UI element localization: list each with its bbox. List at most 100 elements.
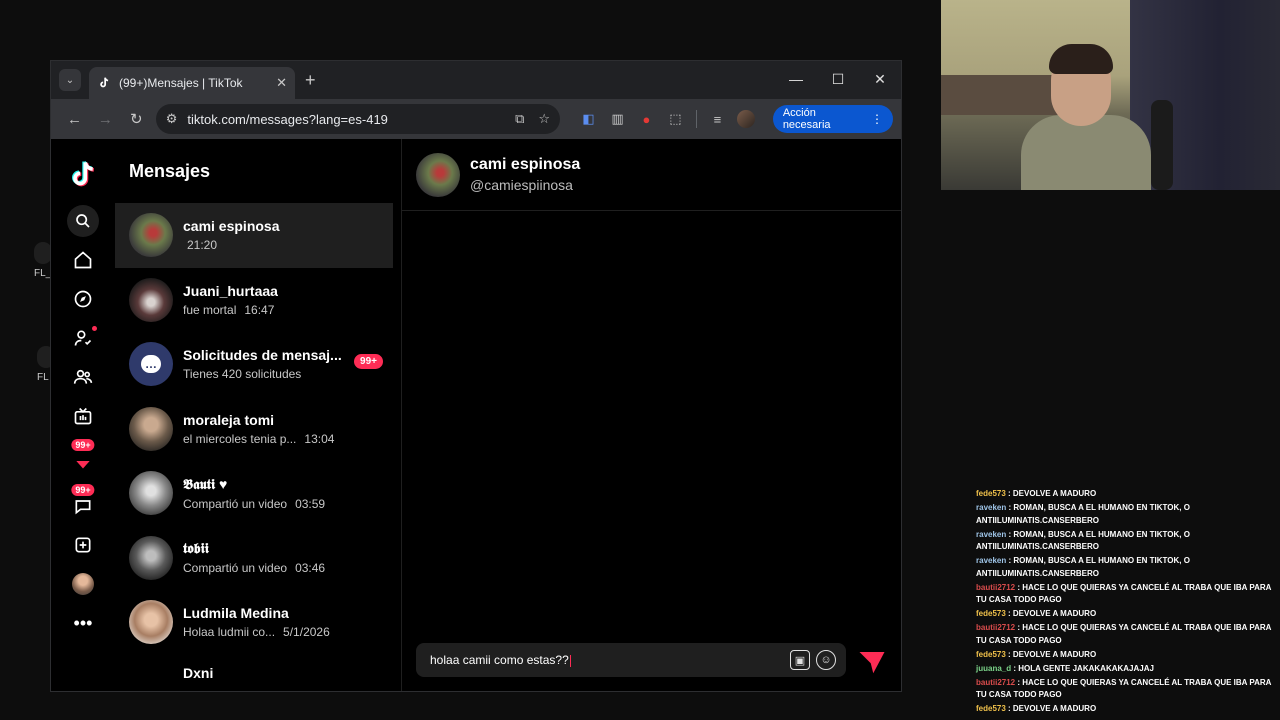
stream-chat-separator: : bbox=[1005, 649, 1013, 659]
avatar bbox=[129, 406, 173, 451]
stream-chat-username: bautii2712 bbox=[976, 677, 1016, 687]
translate-extension-icon[interactable]: ◧ bbox=[574, 104, 603, 134]
friends-icon[interactable] bbox=[67, 361, 99, 393]
browser-tab[interactable]: (99+)Mensajes | TikTok ✕ bbox=[89, 67, 295, 99]
stream-chat-username: fede573 bbox=[976, 704, 1006, 713]
conversation-item[interactable]: Ludmila Medina Holaa ludmii co... 5/1/202… bbox=[115, 590, 401, 655]
reload-icon[interactable]: ↻ bbox=[121, 103, 152, 135]
messages-heading: Mensajes bbox=[129, 160, 211, 181]
send-icon[interactable] bbox=[857, 647, 887, 677]
stream-chat-username: raveken bbox=[976, 556, 1007, 565]
action-needed-button[interactable]: Acción necesaria ⋮ bbox=[772, 105, 894, 133]
chat-panel: cami espinosa @camiespiinosa holaa camii… bbox=[402, 139, 901, 691]
home-icon[interactable] bbox=[67, 244, 99, 276]
stream-chat-message: fede573 : DEVOLVE A MADURO bbox=[976, 703, 1276, 716]
conversation-item[interactable]: Dxni bbox=[115, 655, 401, 692]
notification-dot bbox=[92, 326, 97, 331]
avatar bbox=[129, 600, 173, 645]
back-icon[interactable]: ← bbox=[59, 103, 90, 135]
webcam-background-shelf bbox=[941, 75, 1061, 115]
stream-chat-username: raveken bbox=[976, 503, 1007, 512]
extension-icon[interactable]: ▥ bbox=[603, 104, 632, 134]
stream-chat-message: raveken : ROMAN, BUSCA A EL HUMANO EN TI… bbox=[976, 502, 1276, 527]
requests-badge: 99+ bbox=[354, 354, 383, 369]
conversation-preview: el miercoles tenia p... bbox=[183, 431, 297, 446]
toolbar-separator bbox=[695, 110, 697, 128]
stream-chat-message: fede573 : DEVOLVE A MADURO bbox=[976, 488, 1276, 501]
chat-header[interactable]: cami espinosa @camiespiinosa bbox=[402, 139, 901, 211]
conversation-item[interactable]: 𝕭𝖆𝖚𝖙𝖎 ♥ Compartió un video 03:59 bbox=[115, 461, 401, 526]
following-icon[interactable] bbox=[67, 322, 99, 354]
tab-title: (99+)Mensajes | TikTok bbox=[119, 76, 243, 90]
tiktok-logo-icon[interactable] bbox=[69, 159, 97, 191]
stream-chat-text: DEVOLVE A MADURO bbox=[1012, 609, 1097, 618]
desktop-icon-label: FL bbox=[37, 372, 49, 383]
image-upload-icon[interactable]: ▣ bbox=[790, 650, 810, 670]
reading-list-icon[interactable]: ≡ bbox=[703, 104, 732, 134]
browser-window: ⌄ (99+)Mensajes | TikTok ✕ + — ☐ ✕ ← → ↻… bbox=[50, 60, 902, 692]
message-requests-icon: … bbox=[129, 342, 173, 387]
stream-chat-username: fede573 bbox=[976, 609, 1006, 618]
extensions-puzzle-icon[interactable]: ⬚ bbox=[661, 104, 690, 134]
url-text: tiktok.com/messages?lang=es-419 bbox=[187, 111, 388, 127]
avatar bbox=[129, 535, 173, 580]
stream-chat-separator: : bbox=[1005, 609, 1013, 618]
more-dots-icon[interactable]: ••• bbox=[67, 607, 99, 639]
tab-search-button[interactable]: ⌄ bbox=[59, 69, 81, 91]
stream-chat-overlay: fede573 : DEVOLVE A MADURO raveken : ROMA… bbox=[976, 488, 1276, 717]
message-requests-item[interactable]: … Solicitudes de mensaj... Tienes 420 so… bbox=[115, 332, 401, 397]
bookmark-star-icon[interactable]: ☆ bbox=[538, 111, 550, 127]
conversation-list: Mensajes cami espinosa 21:20 Juani_hurta… bbox=[115, 139, 401, 691]
message-input[interactable]: holaa camii como estas?? ▣ ☺ bbox=[416, 643, 846, 677]
adblock-extension-icon[interactable]: ● bbox=[632, 104, 661, 134]
upload-icon[interactable] bbox=[67, 529, 99, 561]
stream-chat-username: bautii2712 bbox=[976, 623, 1016, 632]
site-info-icon[interactable]: ⚙ bbox=[166, 111, 178, 127]
activity-icon[interactable]: 99+ bbox=[67, 439, 99, 477]
install-app-icon[interactable]: ⧉ bbox=[515, 111, 524, 127]
stream-chat-text: DEVOLVE A MADURO bbox=[1012, 649, 1097, 659]
explore-compass-icon[interactable] bbox=[67, 283, 99, 315]
stream-chat-username: fede573 bbox=[976, 489, 1006, 498]
conversation-preview: Tienes 420 solicitudes bbox=[183, 367, 302, 382]
search-icon[interactable] bbox=[67, 205, 99, 237]
conversation-preview: Compartió un video bbox=[183, 496, 288, 511]
messages-icon[interactable]: 99+ bbox=[67, 484, 99, 522]
stream-chat-text: DEVOLVE A MADURO bbox=[1012, 489, 1097, 498]
stream-chat-text: DEVOLVE A MADURO bbox=[1012, 704, 1097, 713]
streamer-hair bbox=[1049, 44, 1113, 74]
streamer-body bbox=[1021, 115, 1151, 190]
action-needed-label: Acción necesaria bbox=[782, 107, 831, 131]
stream-chat-message: bautii2712 : HACE LO QUE QUIERAS YA CANC… bbox=[976, 582, 1276, 607]
conversation-time: 16:47 bbox=[244, 302, 275, 317]
profile-avatar-icon[interactable] bbox=[67, 568, 99, 600]
stream-chat-message: juuana_d : HOLA GENTE JAKAKAKAKAJAJAJ bbox=[976, 663, 1276, 676]
conversation-item[interactable]: cami espinosa 21:20 bbox=[115, 203, 393, 268]
conversation-name: Juani_hurtaaa bbox=[183, 282, 278, 299]
text-caret bbox=[569, 654, 571, 667]
stream-chat-username: fede573 bbox=[976, 649, 1006, 659]
conversation-time: 21:20 bbox=[187, 238, 218, 253]
live-tv-icon[interactable] bbox=[67, 400, 99, 432]
conversation-name: Dxni bbox=[183, 664, 214, 681]
chat-contact-name: cami espinosa bbox=[470, 156, 581, 173]
close-tab-icon[interactable]: ✕ bbox=[276, 75, 287, 91]
profile-avatar[interactable] bbox=[732, 104, 761, 134]
address-bar[interactable]: ⚙ tiktok.com/messages?lang=es-419 ⧉ ☆ bbox=[155, 104, 561, 134]
minimize-icon[interactable]: — bbox=[775, 61, 817, 97]
conversation-item[interactable]: moraleja tomi el miercoles tenia p... 13:… bbox=[115, 397, 401, 462]
emoji-icon[interactable]: ☺ bbox=[816, 650, 836, 670]
forward-icon[interactable]: → bbox=[90, 103, 121, 135]
conversation-item[interactable]: Juani_hurtaaa fue mortal 16:47 bbox=[115, 268, 401, 333]
more-menu-icon[interactable]: ⋮ bbox=[871, 112, 883, 126]
conversation-item[interactable]: 𝖙𝖔𝖇𝖎𝖎 Compartió un video 03:46 bbox=[115, 526, 401, 591]
stream-chat-message: fede573 : DEVOLVE A MADURO bbox=[976, 649, 1276, 662]
stream-chat-message: fede573 : DEVOLVE A MADURO bbox=[976, 608, 1276, 621]
close-window-icon[interactable]: ✕ bbox=[859, 61, 901, 97]
maximize-icon[interactable]: ☐ bbox=[817, 61, 859, 97]
stream-chat-username: juuana_d bbox=[976, 663, 1012, 673]
webcam-overlay bbox=[941, 0, 1280, 190]
new-tab-button[interactable]: + bbox=[305, 70, 316, 91]
conversation-time: 03:46 bbox=[295, 561, 326, 576]
microphone bbox=[1151, 100, 1173, 190]
